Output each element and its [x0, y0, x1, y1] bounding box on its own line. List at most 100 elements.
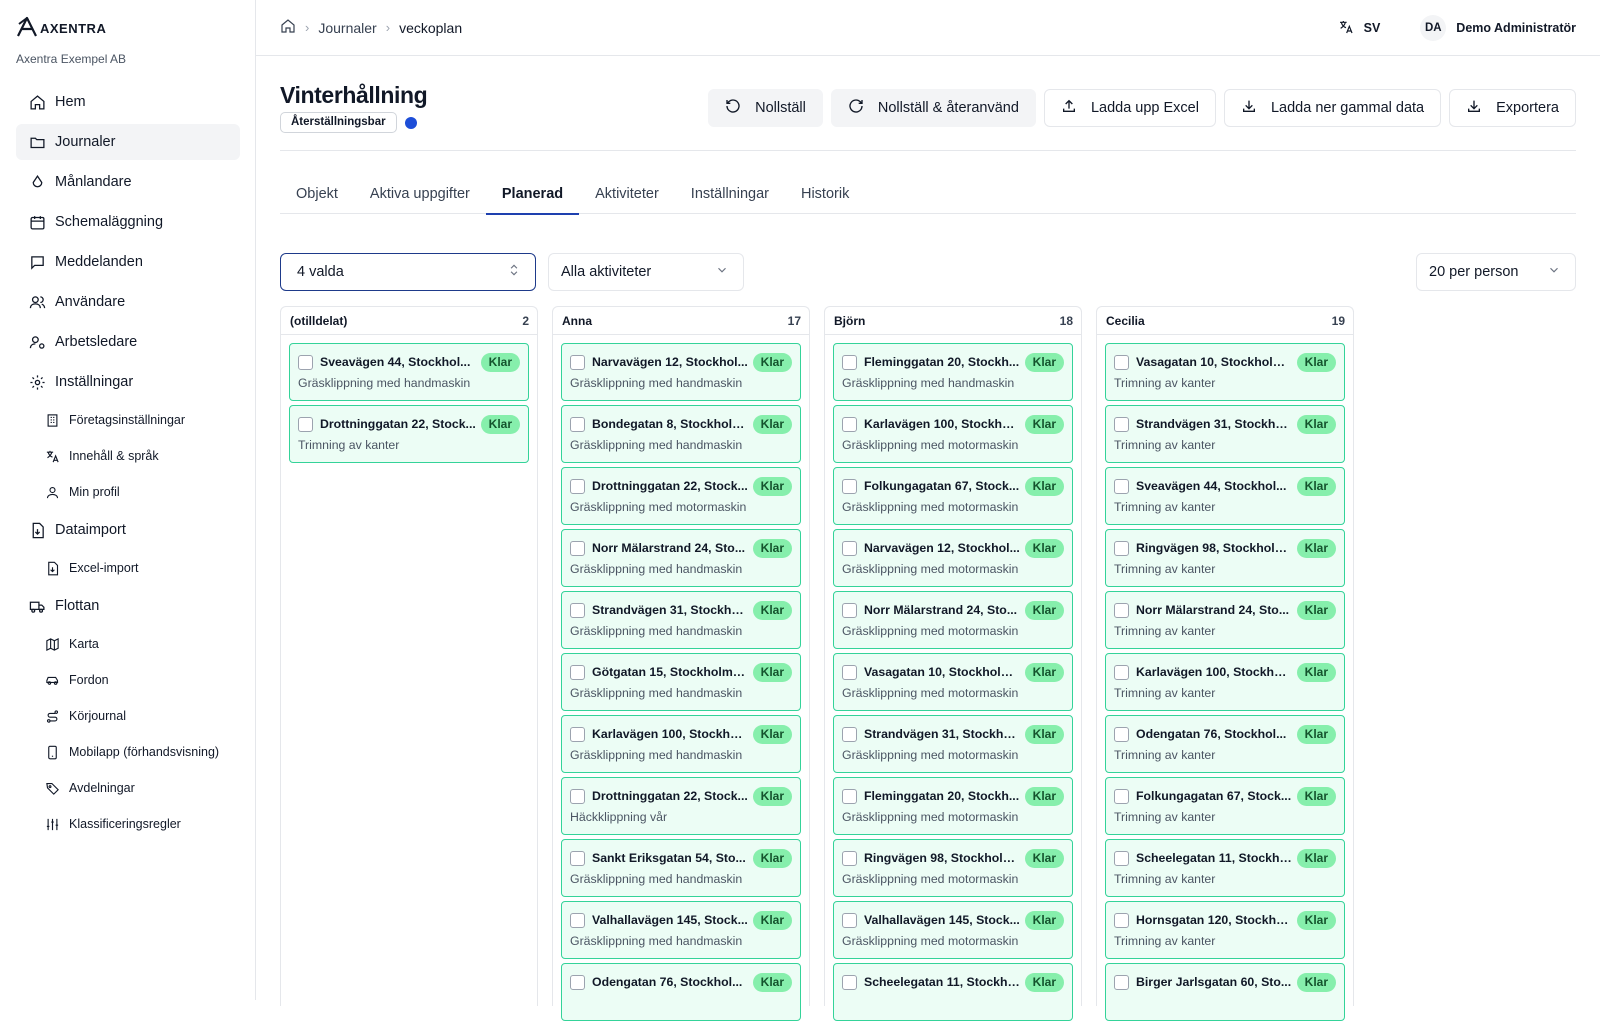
card-checkbox[interactable]	[570, 664, 585, 680]
per-person-select[interactable]: 20 per person	[1416, 253, 1576, 291]
card-checkbox[interactable]	[570, 602, 585, 618]
task-card[interactable]: Fleminggatan 20, Stockh... Klar Gräsklippn…	[833, 343, 1073, 401]
card-checkbox[interactable]	[570, 354, 585, 370]
card-checkbox[interactable]	[842, 788, 857, 804]
task-card[interactable]: Ringvägen 98, Stockholm... Klar Trimning a…	[1105, 529, 1345, 587]
sidebar-item-arbetsledare[interactable]: Arbetsledare	[16, 324, 240, 360]
home-icon[interactable]	[280, 18, 296, 37]
task-card[interactable]: Birger Jarlsgatan 60, Sto... Klar	[1105, 963, 1345, 1021]
sidebar-item-innehall-sprak[interactable]: Innehåll & språk	[16, 440, 240, 472]
card-checkbox[interactable]	[842, 912, 857, 928]
sidebar-item-meddelanden[interactable]: Meddelanden	[16, 244, 240, 280]
task-card[interactable]: Karlavägen 100, Stockhol... Klar Gräsklipp…	[561, 715, 801, 773]
task-card[interactable]: Scheelegatan 11, Stockho... Klar Trimning …	[1105, 839, 1345, 897]
card-checkbox[interactable]	[842, 602, 857, 618]
sidebar-item-manlandare[interactable]: Månlandare	[16, 164, 240, 200]
task-card[interactable]: Odengatan 76, Stockhol... Klar Trimning av…	[1105, 715, 1345, 773]
sidebar-item-mobilapp[interactable]: Mobilapp (förhandsvisning)	[16, 736, 240, 768]
tab-aktiva-uppgifter[interactable]: Aktiva uppgifter	[354, 174, 486, 214]
card-checkbox[interactable]	[570, 540, 585, 556]
task-card[interactable]: Scheelegatan 11, Stockho... Klar	[833, 963, 1073, 1021]
card-checkbox[interactable]	[570, 974, 585, 990]
sidebar-item-avdelningar[interactable]: Avdelningar	[16, 772, 240, 804]
task-card[interactable]: Hornsgatan 120, Stockho... Klar Trimning a…	[1105, 901, 1345, 959]
card-checkbox[interactable]	[570, 416, 585, 432]
task-card[interactable]: Valhallavägen 145, Stock... Klar Gräsklipp…	[561, 901, 801, 959]
tab-installningar[interactable]: Inställningar	[675, 174, 785, 214]
task-card[interactable]: Narvavägen 12, Stockhol... Klar Gräsklippn…	[833, 529, 1073, 587]
upload-excel-button[interactable]: Ladda upp Excel	[1043, 89, 1216, 127]
task-card[interactable]: Valhallavägen 145, Stock... Klar Gräsklipp…	[833, 901, 1073, 959]
tab-aktiviteter[interactable]: Aktiviteter	[579, 174, 675, 214]
tab-historik[interactable]: Historik	[785, 174, 865, 214]
task-card[interactable]: Odengatan 76, Stockhol... Klar	[561, 963, 801, 1021]
card-checkbox[interactable]	[842, 664, 857, 680]
task-card[interactable]: Strandvägen 31, Stockhol... Klar Gräsklipp…	[561, 591, 801, 649]
sidebar-item-flottan[interactable]: Flottan	[16, 588, 240, 624]
task-card[interactable]: Norr Mälarstrand 24, Sto... Klar Gräsklipp…	[833, 591, 1073, 649]
task-card[interactable]: Drottninggatan 22, Stock... Klar Häckklipp…	[561, 777, 801, 835]
card-checkbox[interactable]	[570, 478, 585, 494]
sidebar-item-karta[interactable]: Karta	[16, 628, 240, 660]
card-checkbox[interactable]	[842, 354, 857, 370]
sidebar-item-foretagsinstallningar[interactable]: Företagsinställningar	[16, 404, 240, 436]
card-checkbox[interactable]	[570, 850, 585, 866]
reset-reuse-button[interactable]: Nollställ & återanvänd	[830, 89, 1036, 127]
card-checkbox[interactable]	[1114, 788, 1129, 804]
task-card[interactable]: Götgatan 15, Stockholm (5) Klar Gräsklippn…	[561, 653, 801, 711]
card-checkbox[interactable]	[570, 912, 585, 928]
task-card[interactable]: Ringvägen 98, Stockholm... Klar Gräsklippn…	[833, 839, 1073, 897]
task-card[interactable]: Norr Mälarstrand 24, Sto... Klar Trimning …	[1105, 591, 1345, 649]
card-checkbox[interactable]	[1114, 540, 1129, 556]
card-checkbox[interactable]	[298, 416, 313, 432]
task-card[interactable]: Drottninggatan 22, Stock... Klar Trimning …	[289, 405, 529, 463]
card-checkbox[interactable]	[570, 788, 585, 804]
task-card[interactable]: Folkungagatan 67, Stock... Klar Trimning a…	[1105, 777, 1345, 835]
card-checkbox[interactable]	[1114, 912, 1129, 928]
task-card[interactable]: Karlavägen 100, Stockhol... Klar Gräsklipp…	[833, 405, 1073, 463]
sidebar-item-schemalaggning[interactable]: Schemaläggning	[16, 204, 240, 240]
sidebar-item-journaler[interactable]: Journaler	[16, 124, 240, 160]
task-card[interactable]: Folkungagatan 67, Stock... Klar Gräsklippn…	[833, 467, 1073, 525]
breadcrumb-journaler[interactable]: Journaler	[318, 20, 376, 36]
task-card[interactable]: Sveavägen 44, Stockhol... Klar Gräsklippni…	[289, 343, 529, 401]
card-checkbox[interactable]	[842, 478, 857, 494]
sidebar-item-anvandare[interactable]: Användare	[16, 284, 240, 320]
sidebar-item-fordon[interactable]: Fordon	[16, 664, 240, 696]
card-checkbox[interactable]	[1114, 478, 1129, 494]
brand-logo[interactable]: AXENTRA	[16, 16, 106, 40]
task-card[interactable]: Karlavägen 100, Stockhol... Klar Trimning …	[1105, 653, 1345, 711]
task-card[interactable]: Norr Mälarstrand 24, Sto... Klar Gräsklipp…	[561, 529, 801, 587]
download-old-data-button[interactable]: Ladda ner gammal data	[1223, 89, 1442, 127]
card-checkbox[interactable]	[1114, 354, 1129, 370]
card-checkbox[interactable]	[298, 354, 313, 370]
sidebar-item-installningar[interactable]: Inställningar	[16, 364, 240, 400]
export-button[interactable]: Exportera	[1449, 89, 1576, 127]
task-card[interactable]: Bondegatan 8, Stockholm... Klar Gräsklippn…	[561, 405, 801, 463]
card-checkbox[interactable]	[1114, 974, 1129, 990]
card-checkbox[interactable]	[1114, 602, 1129, 618]
sidebar-item-korjournal[interactable]: Körjournal	[16, 700, 240, 732]
card-checkbox[interactable]	[842, 416, 857, 432]
card-checkbox[interactable]	[842, 974, 857, 990]
tab-planerad[interactable]: Planerad	[485, 174, 580, 215]
task-card[interactable]: Drottninggatan 22, Stock... Klar Gräsklipp…	[561, 467, 801, 525]
task-card[interactable]: Strandvägen 31, Stockhol... Klar Trimning …	[1105, 405, 1345, 463]
avatar[interactable]: DA	[1420, 15, 1447, 41]
activity-select[interactable]: Alla aktiviteter	[548, 253, 744, 291]
task-card[interactable]: Vasagatan 10, Stockholm ... Klar Gräsklipp…	[833, 653, 1073, 711]
task-card[interactable]: Narvavägen 12, Stockhol... Klar Gräsklippn…	[561, 343, 801, 401]
card-checkbox[interactable]	[842, 726, 857, 742]
card-checkbox[interactable]	[1114, 664, 1129, 680]
task-card[interactable]: Strandvägen 31, Stockhol... Klar Gräsklipp…	[833, 715, 1073, 773]
task-card[interactable]: Fleminggatan 20, Stockh... Klar Gräsklippn…	[833, 777, 1073, 835]
reset-button[interactable]: Nollställ	[708, 89, 823, 127]
task-card[interactable]: Sveavägen 44, Stockhol... Klar Trimning av…	[1105, 467, 1345, 525]
task-card[interactable]: Vasagatan 10, Stockholm ... Klar Trimning …	[1105, 343, 1345, 401]
sidebar-item-min-profil[interactable]: Min profil	[16, 476, 240, 508]
card-checkbox[interactable]	[570, 726, 585, 742]
sidebar-item-excel-import[interactable]: Excel-import	[16, 552, 240, 584]
sidebar-item-hem[interactable]: Hem	[16, 84, 240, 120]
card-checkbox[interactable]	[1114, 726, 1129, 742]
task-card[interactable]: Sankt Eriksgatan 54, Sto... Klar Gräsklipp…	[561, 839, 801, 897]
